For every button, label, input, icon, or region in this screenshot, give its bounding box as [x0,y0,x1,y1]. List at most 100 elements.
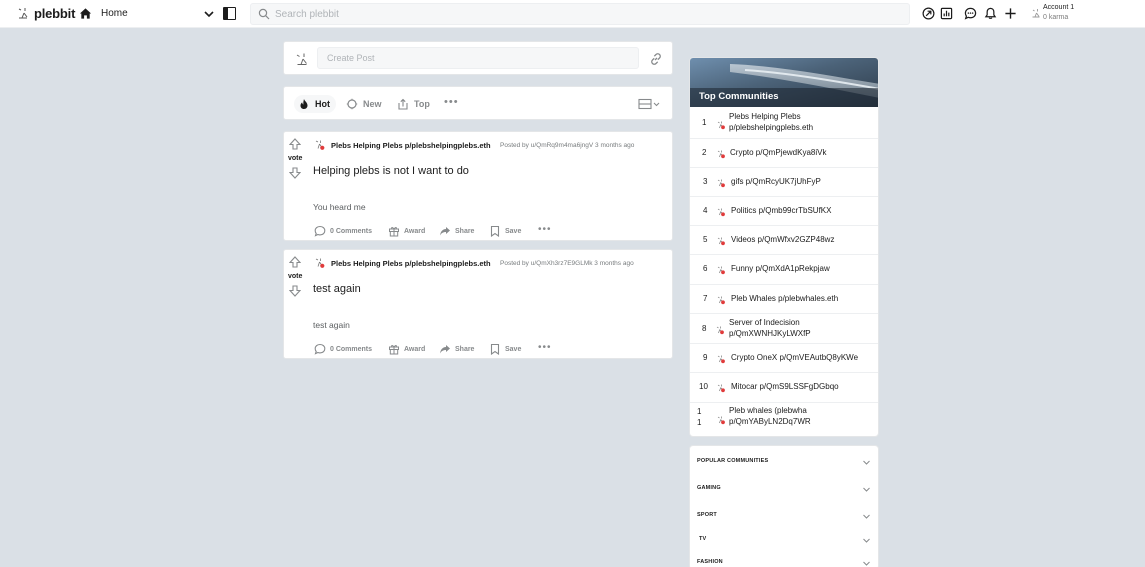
notifications-bell-icon[interactable] [984,7,997,20]
save-button[interactable]: Save [489,342,521,356]
popular-arrow-icon[interactable] [922,7,935,20]
community-row[interactable]: 4 Politics p/Qmb99crTbSUfKX [690,197,878,226]
layout-view-icon[interactable] [638,98,662,110]
community-row[interactable]: 8 Server of Indecision p/QmXWNHJKyLWXfP [690,314,878,344]
sort-top-button[interactable]: Top [393,95,436,113]
chevron-down-icon [863,561,870,566]
home-icon [79,8,92,19]
category-label: GAMING [697,485,721,491]
downvote-arrow-icon[interactable] [289,167,301,179]
vote-column: vote [284,132,308,240]
community-row[interactable]: 7 Pleb Whales p/plebwhales.eth [690,285,878,314]
community-row[interactable]: 1 Plebs Helping Plebs p/plebshelpingpleb… [690,107,878,139]
community-rank: 7 [703,294,708,303]
award-button[interactable]: Award [388,342,425,356]
stats-icon[interactable] [940,7,953,20]
comments-button[interactable]: 0 Comments [314,224,372,238]
sort-more-icon[interactable]: ••• [444,96,459,108]
community-row[interactable]: 1 1 Pleb whales (plebwha p/QmYAByLN2Dq7W… [690,403,878,436]
share-button[interactable]: Share [439,342,474,356]
community-avatar-icon [717,296,725,305]
award-button[interactable]: Award [388,224,425,238]
post-card[interactable]: vote Plebs Helping Plebs p/plebshelpingp… [283,249,673,359]
community-avatar-icon [717,121,725,130]
post-title[interactable]: test again [313,283,361,295]
save-button[interactable]: Save [489,224,521,238]
save-label: Save [505,345,522,353]
top-communities-card: Top Communities 1 Plebs Helping Plebs p/… [689,57,879,437]
posted-by-text[interactable]: Posted by u/QmRq9m4ma6jngV 3 months ago [500,142,634,149]
community-row[interactable]: 5 Videos p/QmWfxv2GZP48wz [690,226,878,255]
search-bar[interactable] [250,3,910,25]
upvote-arrow-icon[interactable] [289,138,301,150]
subplebbit-name-link[interactable]: Plebs Helping Plebs p/plebshelpingplebs.… [331,141,491,150]
sidebar-toggle-icon[interactable] [223,7,236,20]
category-label: SPORT [697,512,717,518]
community-avatar-icon [717,150,725,159]
community-name: gifs p/QmRcyUK7jUhFyP [731,177,821,186]
community-rank: 2 [702,148,707,157]
plebbit-logo-icon[interactable] [16,6,30,20]
top-communities-title: Top Communities [699,91,779,102]
sort-new-button[interactable]: New [342,95,388,113]
create-plus-icon[interactable] [1004,7,1017,20]
posted-by-text[interactable]: Posted by u/QmXh3rz7E9GLMk 3 months ago [500,260,634,267]
community-name: Server of Indecision [729,318,800,327]
create-post-card [283,41,673,75]
community-name: Plebs Helping Plebs [729,112,801,121]
user-avatar-icon[interactable] [294,51,310,67]
award-label: Award [404,345,426,353]
community-name: Videos p/QmWfxv2GZP48wz [731,235,835,244]
subplebbit-avatar-icon[interactable] [314,139,326,151]
search-input[interactable] [275,6,875,22]
community-address: p/QmYAByLN2Dq7WR [729,417,811,426]
chevron-down-icon [863,514,870,519]
community-name: Pleb Whales p/plebwhales.eth [731,294,839,303]
community-rank: 4 [703,206,708,215]
upvote-arrow-icon[interactable] [289,256,301,268]
comments-button[interactable]: 0 Comments [314,342,372,356]
top-header: plebbit Home Account 1 [0,0,1145,28]
community-rank: 5 [703,235,708,244]
community-avatar-icon [717,208,725,217]
post-meta: Plebs Helping Plebs p/plebshelpingplebs.… [314,139,669,151]
post-more-icon[interactable]: ••• [538,342,552,354]
community-address: p/plebshelpingplebs.eth [729,123,814,132]
category-gaming[interactable]: GAMING [690,475,880,501]
community-avatar-icon [717,355,725,364]
chat-icon[interactable] [964,7,977,20]
subplebbit-name-link[interactable]: Plebs Helping Plebs p/plebshelpingplebs.… [331,259,491,268]
gift-award-icon [389,345,399,355]
post-more-icon[interactable]: ••• [538,224,552,236]
category-label: TV [699,536,707,542]
community-name: Politics p/Qmb99crTbSUfKX [731,206,832,215]
create-post-input[interactable] [317,47,639,69]
post-actions: 0 Comments Award Share Save ••• [314,342,574,356]
share-button[interactable]: Share [439,224,474,238]
account-avatar-icon [1032,9,1040,18]
post-body: You heard me [313,202,366,212]
subplebbit-avatar-icon[interactable] [314,257,326,269]
search-icon [258,8,270,20]
account-menu[interactable]: Account 1 0 karma [1030,3,1100,25]
link-icon[interactable] [649,52,663,66]
community-avatar-icon [717,416,725,425]
category-fashion[interactable]: FASHION [690,549,880,567]
chevron-down-icon [863,538,870,543]
category-popular-communities[interactable]: POPULAR COMMUNITIES [690,448,880,474]
community-row[interactable]: 10 Mitocar p/QmS9LSSFgDGbqo [690,373,878,403]
community-row[interactable]: 9 Crypto OneX p/QmVEAutbQ8yKWe [690,344,878,373]
community-row[interactable]: 6 Funny p/QmXdA1pRekpjaw [690,255,878,285]
chevron-down-icon[interactable] [203,8,215,20]
community-row[interactable]: 3 gifs p/QmRcyUK7jUhFyP [690,168,878,197]
community-row[interactable]: 2 Crypto p/QmPjewdKya8iVk [690,139,878,168]
category-label: POPULAR COMMUNITIES [697,458,769,464]
sort-hot-button[interactable]: Hot [294,95,336,113]
post-title[interactable]: Helping plebs is not I want to do [313,165,469,177]
category-sport[interactable]: SPORT [690,502,880,528]
home-dropdown-label[interactable]: Home [101,8,128,19]
category-label: FASHION [697,559,723,565]
post-card[interactable]: vote Plebs Helping Plebs p/plebshelpingp… [283,131,673,241]
brand-name[interactable]: plebbit [34,6,75,21]
downvote-arrow-icon[interactable] [289,285,301,297]
